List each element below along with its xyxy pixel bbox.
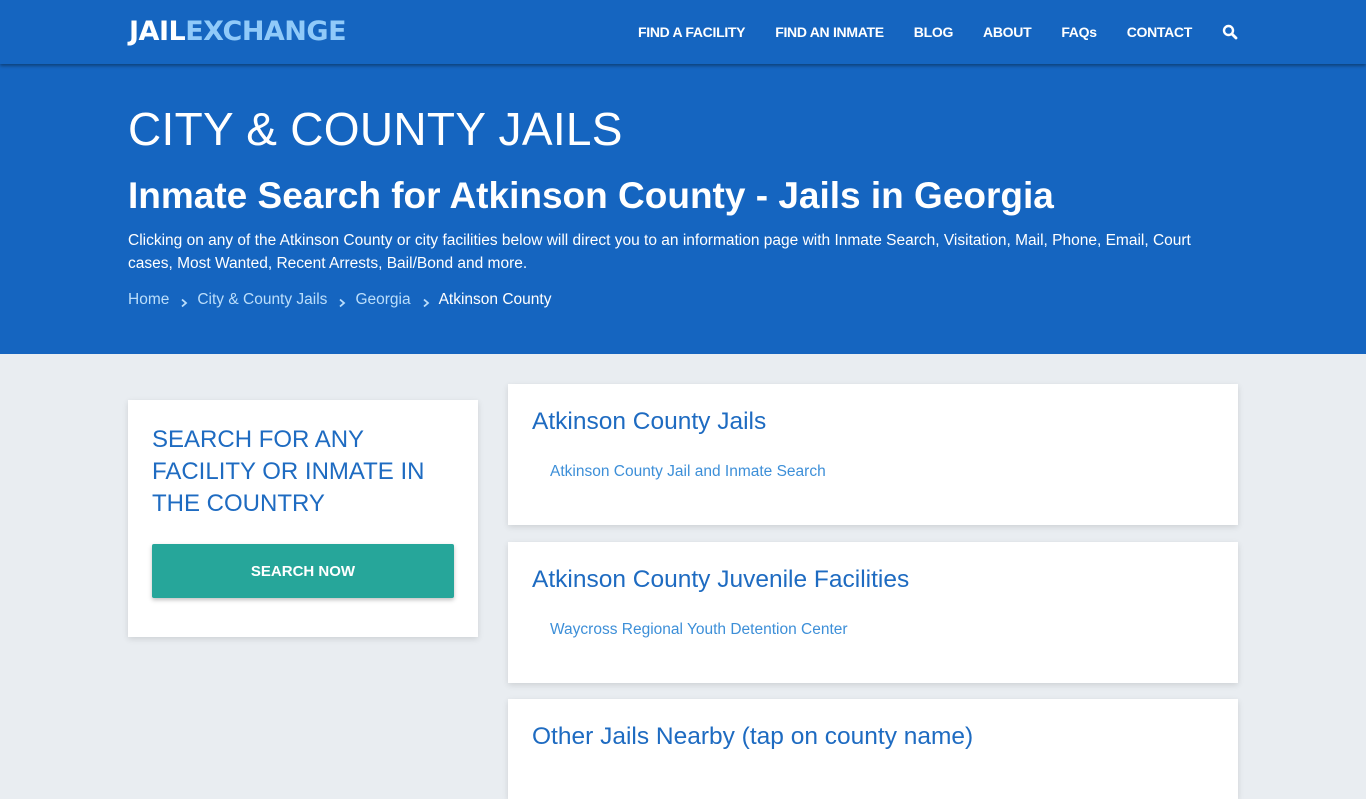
nav-blog[interactable]: BLOG: [914, 24, 954, 40]
breadcrumb-current: Atkinson County: [438, 291, 552, 308]
facility-link[interactable]: Atkinson County Jail and Inmate Search: [550, 463, 826, 481]
section-title: Other Jails Nearby (tap on county name): [532, 723, 974, 750]
search-icon[interactable]: [1222, 24, 1238, 40]
nav-faqs[interactable]: FAQs: [1061, 24, 1097, 40]
section-nearby-jails: Other Jails Nearby (tap on county name): [508, 699, 1238, 799]
site-logo[interactable]: JAILEXCHANGE: [129, 14, 347, 50]
chevron-right-icon: [337, 295, 347, 308]
breadcrumb-city-county-jails[interactable]: City & County Jails: [197, 291, 327, 309]
search-promo-title: SEARCH FOR ANY FACILITY OR INMATE IN THE…: [152, 426, 425, 517]
breadcrumb-georgia[interactable]: Georgia: [355, 291, 410, 309]
hero-banner: CITY & COUNTY JAILS Inmate Search for At…: [0, 64, 1366, 354]
breadcrumb: Home City & County Jails Georgia Atkinso…: [128, 291, 551, 309]
navbar: JAILEXCHANGE FIND A FACILITY FIND AN INM…: [0, 0, 1366, 64]
search-now-button[interactable]: SEARCH NOW: [152, 544, 454, 598]
page-title: CITY & COUNTY JAILS: [128, 103, 623, 155]
search-promo-card: SEARCH FOR ANY FACILITY OR INMATE IN THE…: [128, 400, 478, 637]
page-subtitle: Inmate Search for Atkinson County - Jail…: [128, 175, 1054, 216]
main-nav: FIND A FACILITY FIND AN INMATE BLOG ABOU…: [638, 0, 1238, 64]
page-description: Clicking on any of the Atkinson County o…: [128, 232, 1191, 272]
facility-link[interactable]: Waycross Regional Youth Detention Center: [550, 621, 848, 639]
logo-jail: JAIL: [129, 16, 186, 47]
nav-find-facility[interactable]: FIND A FACILITY: [638, 24, 746, 40]
breadcrumb-home[interactable]: Home: [128, 291, 169, 309]
logo-exchange: EXCHANGE: [185, 16, 347, 47]
chevron-right-icon: [421, 295, 431, 308]
section-county-jails: Atkinson County Jails Atkinson County Ja…: [508, 384, 1238, 525]
section-juvenile-facilities: Atkinson County Juvenile Facilities Wayc…: [508, 542, 1238, 683]
nav-contact[interactable]: CONTACT: [1127, 24, 1193, 40]
nav-find-inmate[interactable]: FIND AN INMATE: [775, 24, 884, 40]
section-title: Atkinson County Jails: [532, 408, 767, 435]
chevron-right-icon: [179, 295, 189, 308]
nav-about[interactable]: ABOUT: [983, 24, 1032, 40]
section-title: Atkinson County Juvenile Facilities: [532, 566, 910, 593]
